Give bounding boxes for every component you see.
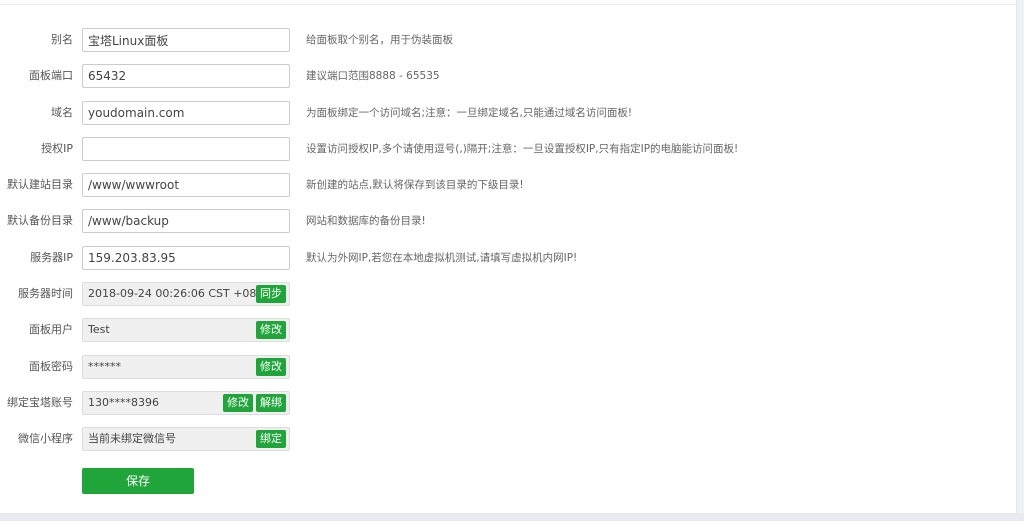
bt-account-field: 130****8396 修改 解绑	[82, 391, 290, 415]
port-label: 面板端口	[29, 69, 73, 82]
sync-time-button[interactable]: 同步	[256, 285, 286, 303]
wechat-field: 当前未绑定微信号 绑定	[82, 427, 290, 451]
panel-password-value: ******	[88, 360, 121, 373]
row-panel-user: 面板用户 Test 修改	[0, 318, 1016, 342]
port-field-wrap	[82, 64, 290, 88]
backup-dir-label: 默认备份目录	[7, 214, 73, 227]
row-backup-dir: 默认备份目录 网站和数据库的备份目录!	[0, 209, 1016, 233]
server-ip-hint: 默认为外网IP,若您在本地虚拟机测试,请填写虚拟机内网IP!	[306, 252, 578, 264]
row-domain: 域名 为面板绑定一个访问域名;注意：一旦绑定域名,只能通过域名访问面板!	[0, 101, 1016, 125]
settings-panel: 别名 给面板取个别名，用于伪装面板 面板端口 建议端口范围8888 - 6553…	[0, 0, 1017, 513]
save-button[interactable]: 保存	[82, 468, 194, 494]
server-time-label: 服务器时间	[18, 287, 73, 300]
server-time-value: 2018-09-24 00:26:06 CST +0800	[88, 287, 271, 300]
domain-label: 域名	[51, 106, 73, 119]
domain-hint: 为面板绑定一个访问域名;注意：一旦绑定域名,只能通过域名访问面板!	[306, 107, 633, 119]
wechat-value: 当前未绑定微信号	[88, 432, 176, 445]
port-input[interactable]	[83, 65, 289, 87]
alias-field-wrap	[82, 28, 290, 52]
modify-password-button[interactable]: 修改	[256, 358, 286, 376]
port-hint: 建议端口范围8888 - 65535	[306, 70, 440, 82]
site-dir-label: 默认建站目录	[7, 178, 73, 191]
auth-ip-label: 授权IP	[41, 142, 73, 155]
modify-account-button[interactable]: 修改	[223, 394, 253, 412]
panel-user-label: 面板用户	[29, 323, 73, 336]
auth-ip-field-wrap	[82, 137, 290, 161]
site-dir-hint: 新创建的站点,默认将保存到该目录的下级目录!	[306, 179, 524, 191]
server-ip-label: 服务器IP	[30, 251, 73, 264]
bind-wechat-button[interactable]: 绑定	[256, 430, 286, 448]
bt-account-label: 绑定宝塔账号	[7, 396, 73, 409]
auth-ip-input[interactable]	[83, 138, 289, 160]
row-bt-account: 绑定宝塔账号 130****8396 修改 解绑	[0, 391, 1016, 415]
panel-password-label: 面板密码	[29, 360, 73, 373]
bt-account-value: 130****8396	[88, 396, 159, 409]
server-ip-input[interactable]	[83, 247, 289, 269]
domain-field-wrap	[82, 101, 290, 125]
alias-input[interactable]	[83, 29, 289, 51]
domain-input[interactable]	[83, 102, 289, 124]
row-wechat: 微信小程序 当前未绑定微信号 绑定	[0, 427, 1016, 451]
server-ip-field-wrap	[82, 246, 290, 270]
row-auth-ip: 授权IP 设置访问授权IP,多个请使用逗号(,)隔开;注意：一旦设置授权IP,只…	[0, 137, 1016, 161]
backup-dir-input[interactable]	[83, 210, 289, 232]
row-site-dir: 默认建站目录 新创建的站点,默认将保存到该目录的下级目录!	[0, 173, 1016, 197]
site-dir-input[interactable]	[83, 174, 289, 196]
wechat-label: 微信小程序	[18, 432, 73, 445]
auth-ip-hint: 设置访问授权IP,多个请使用逗号(,)隔开;注意：一旦设置授权IP,只有指定IP…	[306, 143, 739, 155]
alias-label: 别名	[51, 33, 73, 46]
row-port: 面板端口 建议端口范围8888 - 65535	[0, 64, 1016, 88]
unbind-account-button[interactable]: 解绑	[256, 394, 286, 412]
row-panel-password: 面板密码 ****** 修改	[0, 355, 1016, 379]
panel-user-field: Test 修改	[82, 318, 290, 342]
panel-password-field: ****** 修改	[82, 355, 290, 379]
modify-user-button[interactable]: 修改	[256, 321, 286, 339]
site-dir-field-wrap	[82, 173, 290, 197]
row-server-ip: 服务器IP 默认为外网IP,若您在本地虚拟机测试,请填写虚拟机内网IP!	[0, 246, 1016, 270]
alias-hint: 给面板取个别名，用于伪装面板	[306, 34, 453, 46]
panel-user-value: Test	[88, 323, 110, 336]
backup-dir-hint: 网站和数据库的备份目录!	[306, 215, 426, 227]
server-time-field: 2018-09-24 00:26:06 CST +0800 同步	[82, 282, 290, 306]
row-alias: 别名 给面板取个别名，用于伪装面板	[0, 28, 1016, 52]
row-server-time: 服务器时间 2018-09-24 00:26:06 CST +0800 同步	[0, 282, 1016, 306]
backup-dir-field-wrap	[82, 209, 290, 233]
bottom-scroll-edge	[0, 513, 1024, 521]
panel-top-border	[0, 0, 1016, 5]
